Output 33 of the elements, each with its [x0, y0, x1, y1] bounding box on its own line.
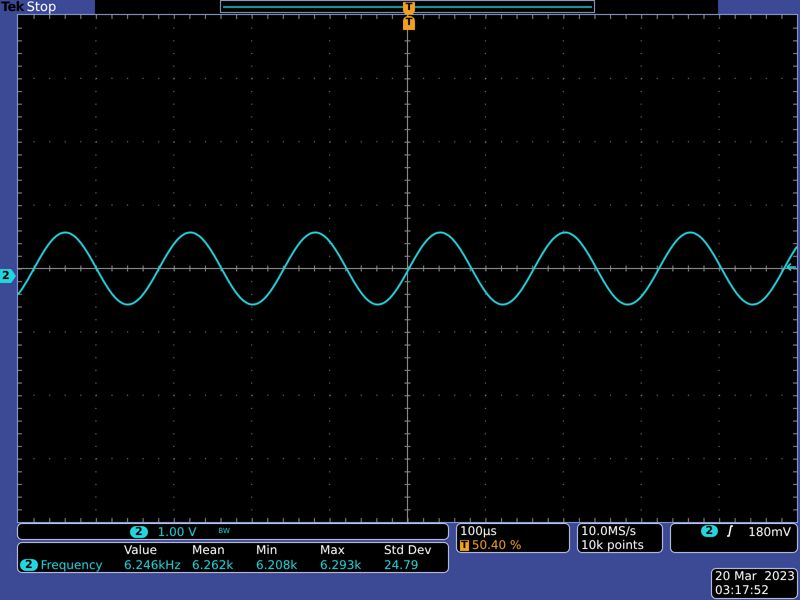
trigger-level: 180mV: [748, 525, 791, 539]
channel-badge: 2: [700, 525, 718, 537]
measurement-value: 6.246kHz: [124, 558, 182, 572]
run-status: Stop: [26, 0, 56, 14]
horizontal-scale: 100µs: [460, 524, 498, 538]
measurement-value: 6.262k: [192, 558, 234, 572]
measurement-value: 24.79: [384, 558, 420, 572]
rising-edge-icon: [726, 525, 734, 537]
record-length: 10k points: [581, 538, 645, 552]
date-label: 20 Mar 2023: [715, 569, 794, 583]
channel-badge: 2: [130, 526, 148, 538]
sample-rate: 10.0MS/s: [581, 524, 637, 538]
trigger-readout[interactable]: 2 180mV: [670, 523, 798, 553]
measurement-value: 6.208k: [256, 558, 298, 572]
trigger-position: 50.40 %: [472, 538, 522, 552]
brand-label: Tek: [1, 0, 24, 14]
column-header: Max: [320, 543, 346, 558]
trigger-position-marker[interactable]: T: [403, 16, 415, 30]
acquisition-readout[interactable]: 10.0MS/s 10k points: [577, 523, 663, 553]
vertical-scale: 1.00 V: [158, 526, 196, 538]
trigger-position-marker[interactable]: T: [403, 2, 415, 15]
column-header: Min: [256, 543, 278, 558]
column-header: Value: [124, 543, 158, 558]
time-label: 03:17:52: [715, 583, 770, 597]
column-header: Mean: [192, 543, 226, 558]
measurement-value: 6.293k: [320, 558, 362, 572]
measurement-name: Frequency: [40, 558, 103, 572]
trigger-badge: T: [460, 540, 469, 550]
channel-marker[interactable]: 2: [0, 269, 16, 283]
channel-badge: 2: [20, 558, 38, 571]
column-header: Std Dev: [384, 543, 432, 558]
trigger-level-icon: [786, 263, 796, 271]
timebase-readout[interactable]: 100µs T 50.40 %: [456, 523, 570, 553]
